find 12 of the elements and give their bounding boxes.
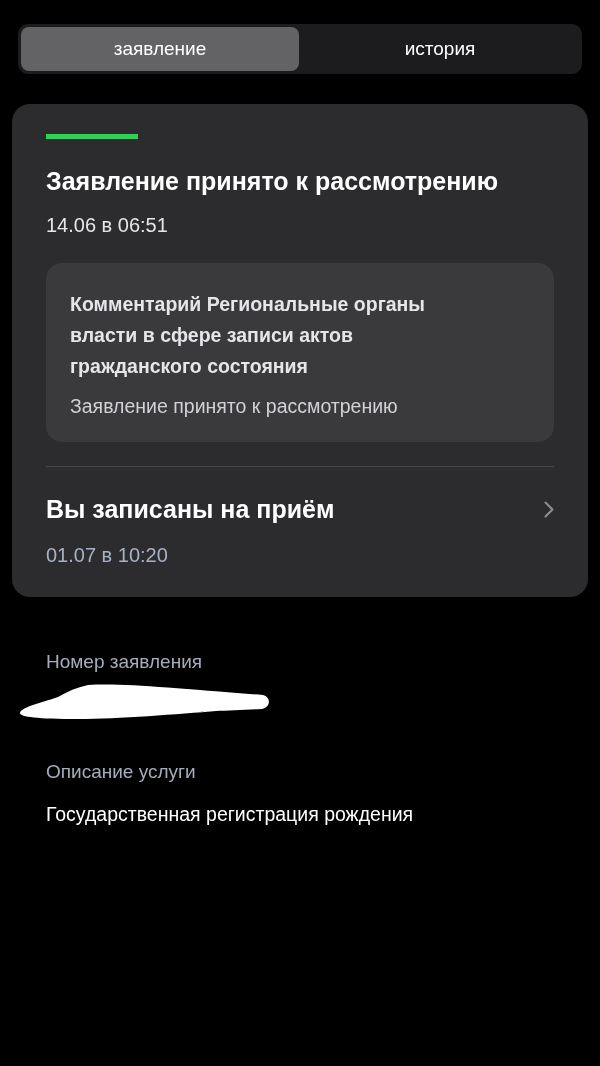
status-title: Заявление принято к рассмотрению bbox=[46, 167, 499, 196]
chevron-right-icon[interactable] bbox=[544, 501, 554, 518]
appointment-date: 01.07 в 10:20 bbox=[46, 544, 169, 567]
comment-title: Комментарий Региональные органы власти в сфере записи актов гражданского состояния bbox=[70, 292, 427, 379]
field-label: Номер заявления bbox=[46, 651, 204, 673]
field-value: Государственная регистрация рождения bbox=[46, 803, 415, 826]
comment-text: Заявление принято к рассмотрению bbox=[70, 395, 399, 418]
tab[interactable]: заявление bbox=[21, 27, 299, 71]
appointment-title[interactable]: Вы записаны на приём bbox=[46, 495, 335, 524]
tab[interactable]: история bbox=[301, 27, 579, 71]
status-date: 14.06 в 06:51 bbox=[46, 214, 169, 237]
field-label: Описание услуги bbox=[46, 761, 197, 783]
